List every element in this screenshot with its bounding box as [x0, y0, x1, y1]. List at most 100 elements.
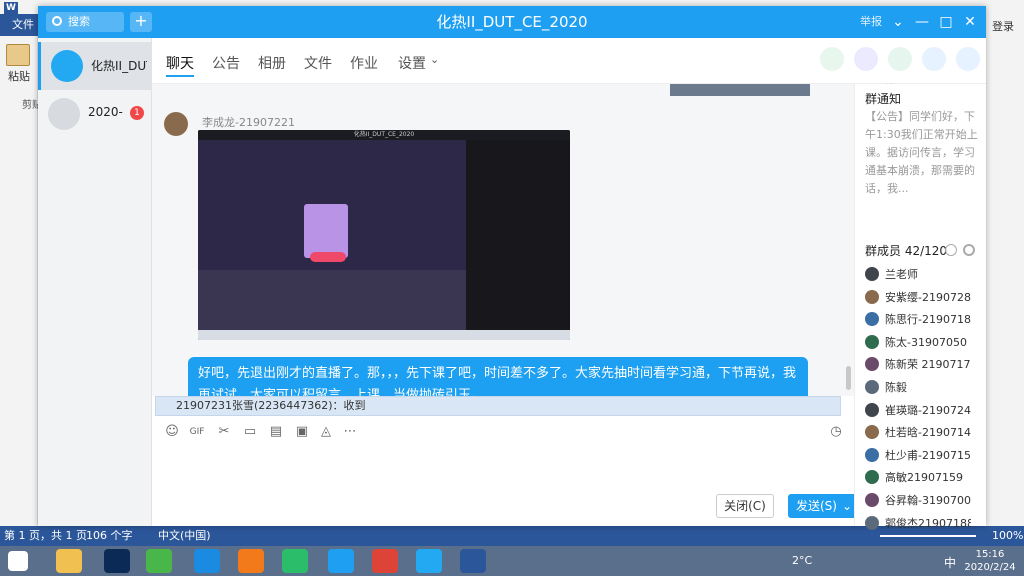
clock-time: 15:16 [975, 549, 1005, 560]
word-right-area: 登录 [986, 0, 1024, 526]
play-icon[interactable] [282, 549, 308, 573]
firefox-icon[interactable] [238, 549, 264, 573]
word-logo-icon: W [4, 2, 18, 14]
members-add-icon[interactable] [945, 244, 957, 256]
more-icon[interactable] [956, 47, 980, 71]
start-icon[interactable] [8, 551, 28, 571]
sogou-icon[interactable] [328, 549, 354, 573]
tab-chat[interactable]: 聊天 [166, 53, 194, 73]
scissors-icon[interactable]: ✂ [216, 425, 232, 439]
zoom-slider[interactable] [880, 535, 976, 537]
member-name: 陈思行-21907184 [885, 313, 971, 327]
phone-icon[interactable] [820, 47, 844, 71]
chevron-down-icon[interactable]: ⌄ [888, 12, 908, 32]
status-pages[interactable]: 第 1 页，共 1 页 [4, 526, 87, 546]
members-search-icon[interactable] [963, 244, 975, 256]
member-item[interactable]: 陈新荣 21907174 [865, 354, 985, 374]
maximize-icon[interactable]: □ [936, 12, 956, 32]
shared-screenshot[interactable]: 化热II_DUT_CE_2020 [198, 130, 570, 340]
member-name: 崔瑛璐-21907244 [885, 403, 971, 417]
screenshot-taskbar [198, 330, 570, 340]
more-dots-icon[interactable]: ⋯ [342, 425, 358, 439]
clock-date: 2020/2/24 [964, 562, 1016, 573]
member-item[interactable]: 高敏21907159 [865, 467, 985, 487]
member-name: 兰老师 [885, 268, 918, 281]
paste-label[interactable]: 粘贴 [8, 68, 30, 84]
tab-homework[interactable]: 作业 [350, 53, 378, 73]
report-button[interactable]: 举报 [860, 13, 882, 29]
chat-scrollbar[interactable] [846, 366, 851, 390]
search-input[interactable]: 搜索 [46, 12, 124, 32]
close-icon[interactable]: ✕ [960, 12, 980, 32]
qq-browser-icon[interactable] [194, 549, 220, 573]
send-label: 发送(S) [796, 499, 837, 513]
member-avatar [865, 380, 879, 394]
screenshot-start-button [310, 252, 346, 262]
sender-avatar[interactable] [164, 112, 188, 136]
login-link[interactable]: 登录 [992, 18, 1014, 34]
tab-settings[interactable]: 设置 [398, 53, 426, 73]
member-item[interactable]: 郭俊杰21907188 [865, 513, 985, 533]
sender-name: 李成龙-21907221 [202, 116, 295, 129]
member-item[interactable]: 陈毅 [865, 377, 985, 397]
explorer-icon[interactable] [56, 549, 82, 573]
notice-text[interactable]: 【公告】同学们好，下午1:30我们正常开始上课。据访问传言，学习通基本崩溃，那需… [865, 108, 979, 198]
qq-icon[interactable] [416, 549, 442, 573]
send-button[interactable]: 发送(S) ⌄ [788, 494, 858, 518]
member-name: 陈新荣 21907174 [885, 358, 971, 372]
wechat-icon[interactable] [146, 549, 172, 573]
member-item[interactable]: 陈思行-21907184 [865, 309, 985, 329]
taskbar: 2°C 中 15:16 2020/2/24 [0, 546, 1024, 576]
tab-album[interactable]: 相册 [258, 53, 286, 73]
status-zoom[interactable]: 100% [992, 526, 1023, 546]
image-icon[interactable]: ▣ [294, 425, 310, 439]
ime-indicator[interactable]: 中 [944, 554, 956, 571]
member-avatar [865, 515, 879, 530]
add-message-icon[interactable] [922, 47, 946, 71]
conversation-item[interactable]: 化热II_DUT_CE_2020 [38, 42, 152, 90]
member-avatar [865, 312, 879, 327]
paste-icon[interactable] [6, 44, 30, 66]
member-avatar [865, 425, 879, 440]
photoshop-icon[interactable] [104, 549, 130, 573]
message-bubble[interactable]: 好吧，先退出刚才的直播了。那，，，先下课了吧，时间差不多了。大家先抽时间看学习通… [188, 357, 808, 396]
gif-icon[interactable]: GIF [188, 425, 206, 439]
conversation-item[interactable]: 2020- 1 [38, 90, 152, 138]
folder-icon[interactable]: ▭ [242, 425, 258, 439]
status-words[interactable]: 106 个字 [86, 526, 133, 546]
minimize-icon[interactable]: — [912, 12, 932, 32]
status-lang[interactable]: 中文(中国) [158, 526, 211, 546]
tab-announcement[interactable]: 公告 [212, 53, 240, 73]
member-name: 杜若晗-21907144 [885, 426, 971, 440]
member-item[interactable]: 杜少甫-21907154 [865, 445, 985, 465]
tab-files[interactable]: 文件 [304, 53, 332, 73]
member-item[interactable]: 安紫缨-21907288 [865, 287, 985, 307]
member-item[interactable]: 杜若晗-21907144 [865, 422, 985, 442]
word-taskbar-icon[interactable] [460, 549, 486, 573]
member-item[interactable]: 陈太-31907050 [865, 332, 985, 352]
title-bar[interactable]: 化热II_DUT_CE_2020 搜索 + 举报 ⌄ — □ ✕ [38, 6, 986, 38]
history-icon[interactable]: ◷ [828, 425, 844, 439]
previous-image[interactable] [670, 84, 810, 96]
emoji-icon[interactable]: ☺ [164, 425, 180, 439]
member-item[interactable]: 崔瑛璐-21907244 [865, 400, 985, 420]
board-icon[interactable] [888, 47, 912, 71]
input-area[interactable]: ☺ GIF ✂ ▭ ▤ ▣ ◬ ⋯ ◷ 关闭(C) 发送(S) ⌄ [152, 416, 858, 526]
clock[interactable]: 15:16 2020/2/24 [962, 548, 1018, 574]
bell-icon[interactable]: ◬ [318, 425, 334, 439]
right-panel: 群通知 【公告】同学们好，下午1:30我们正常开始上课。据访问传言，学习通基本崩… [854, 84, 986, 530]
member-name: 杜少甫-21907154 [885, 448, 971, 462]
member-item[interactable]: 谷昇翰-31907008 [865, 490, 985, 510]
add-button[interactable]: + [130, 12, 152, 32]
settings-chevron-icon[interactable]: ⌄ [430, 53, 439, 66]
chrome-icon[interactable] [372, 549, 398, 573]
member-avatar [865, 470, 879, 485]
tab-bar: 聊天 公告 相册 文件 作业 设置 ⌄ [152, 38, 986, 84]
member-item[interactable]: 兰老师 [865, 264, 985, 284]
send-chevron-icon[interactable]: ⌄ [842, 494, 852, 518]
video-icon[interactable] [854, 47, 878, 71]
new-message-notice[interactable]: 21907231张雪(2236447362)：收到 [155, 396, 841, 416]
doc-icon[interactable]: ▤ [268, 425, 284, 439]
weather-text[interactable]: 2°C [792, 554, 812, 567]
close-button[interactable]: 关闭(C) [716, 494, 774, 518]
